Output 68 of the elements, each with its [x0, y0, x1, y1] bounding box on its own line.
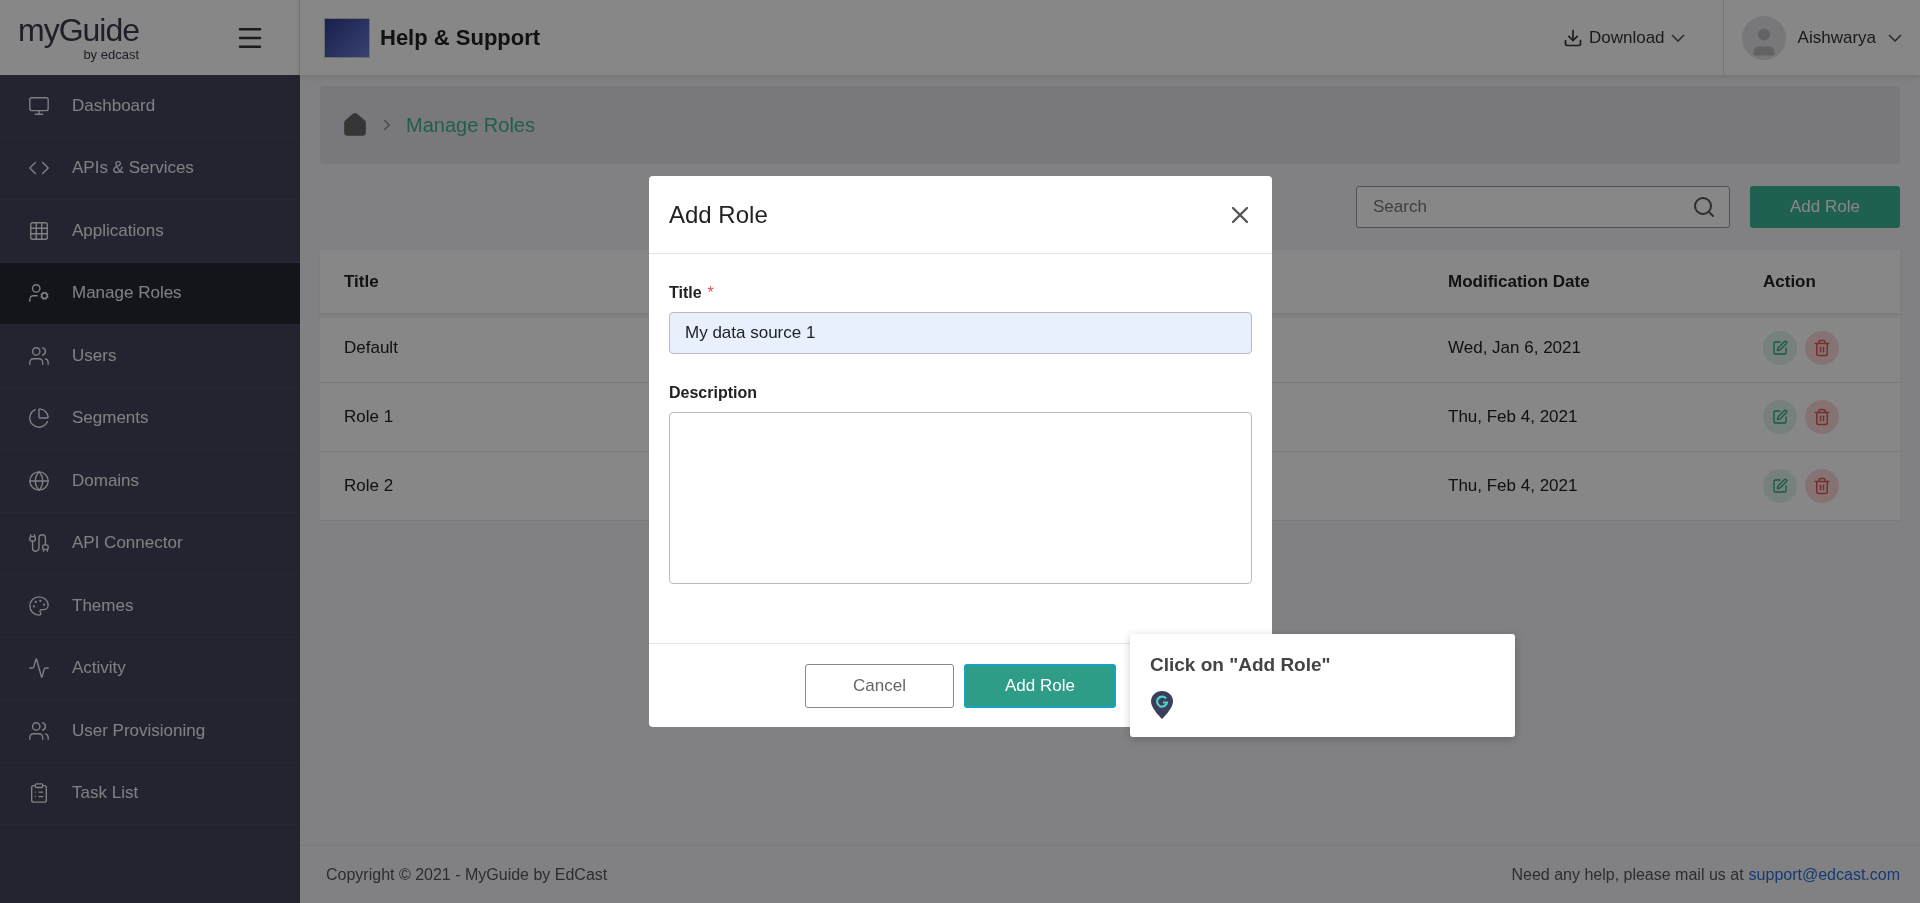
search-icon[interactable] [1692, 195, 1716, 219]
sidebar-item[interactable]: APIs & Services [0, 137, 300, 200]
copyright-text: Copyright © 2021 - MyGuide by EdCast [326, 865, 608, 884]
download-menu[interactable]: Download [1556, 26, 1691, 49]
sidebar-item[interactable]: Segments [0, 387, 300, 450]
grid-icon [28, 219, 50, 242]
help-text: Need any help, please mail us at [1511, 865, 1744, 884]
trash-icon [1813, 477, 1831, 495]
sidebar-item[interactable]: API Connector [0, 512, 300, 575]
email-link[interactable]: support@edcast.com [1748, 865, 1900, 884]
table-cell-text: Default [343, 338, 398, 358]
sidebar-item[interactable]: Themes [0, 575, 300, 638]
dialog-title: Add Role [669, 200, 768, 229]
clipboard-icon [28, 782, 50, 805]
cancel-button[interactable]: Cancel [805, 663, 954, 708]
sidebar-item[interactable]: Manage Roles [0, 262, 300, 325]
monitor-icon [28, 94, 50, 117]
title-input[interactable]: My data source 1 [669, 312, 1252, 354]
palette-icon [28, 594, 50, 617]
app-title: Help & Support [380, 24, 542, 51]
edit-button[interactable] [1763, 400, 1797, 434]
myguide-logo: myGuide by edcast [18, 14, 140, 61]
delete-button[interactable] [1805, 331, 1839, 365]
chevron-down-icon [1670, 33, 1685, 42]
delete-button[interactable] [1805, 469, 1839, 503]
sidebar-item[interactable]: Dashboard [0, 75, 300, 138]
table-cell: Thu, Feb 4, 2021 [1448, 407, 1578, 427]
users-icon [28, 344, 50, 367]
required-mark: * [707, 284, 714, 302]
tooltip-text: Click on "Add Role" [1150, 654, 1332, 676]
app-thumbnail [324, 17, 370, 58]
edit-button[interactable] [1763, 331, 1797, 365]
column-header: Action [1763, 271, 1816, 292]
column-header: Title [343, 271, 379, 292]
field-label: Title [669, 284, 702, 302]
pie-chart-icon [28, 407, 50, 430]
sidebar-item[interactable]: Task List [0, 762, 300, 825]
sidebar-item[interactable]: Domains [0, 450, 300, 513]
user-gear-icon [28, 282, 50, 305]
delete-button[interactable] [1805, 400, 1839, 434]
pin-logo-icon [1150, 690, 1174, 720]
user-name[interactable]: Aishwarya [1797, 27, 1876, 48]
trash-icon [1813, 339, 1831, 357]
field-label: Description [669, 384, 757, 402]
download-icon [1562, 27, 1583, 48]
activity-icon [28, 657, 50, 680]
sidebar-item[interactable]: Activity [0, 637, 300, 700]
chevron-down-icon [1888, 33, 1902, 42]
add-role-button[interactable]: Add Role [964, 663, 1116, 708]
edit-icon [1772, 340, 1788, 356]
edit-button[interactable] [1763, 469, 1797, 503]
users-icon [28, 719, 50, 742]
sidebar-item[interactable]: Applications [0, 200, 300, 263]
table-cell: Wed, Jan 6, 2021 [1448, 338, 1581, 358]
add-role-button[interactable]: Add Role [1750, 186, 1900, 228]
edit-icon [1772, 478, 1788, 494]
table-cell: Thu, Feb 4, 2021 [1448, 476, 1578, 496]
edit-icon [1772, 409, 1788, 425]
table-cell-text: Role 2 [343, 476, 394, 496]
sidebar-item[interactable]: User Provisioning [0, 700, 300, 763]
search-field[interactable]: Search [1356, 186, 1730, 228]
sidebar-item[interactable]: Users [0, 325, 300, 388]
home-icon[interactable] [342, 112, 368, 138]
trash-icon [1813, 408, 1831, 426]
globe-icon [28, 469, 50, 492]
description-input[interactable] [669, 412, 1252, 584]
table-cell-text: Role 1 [343, 407, 394, 427]
column-header: Modification Date [1448, 271, 1590, 292]
